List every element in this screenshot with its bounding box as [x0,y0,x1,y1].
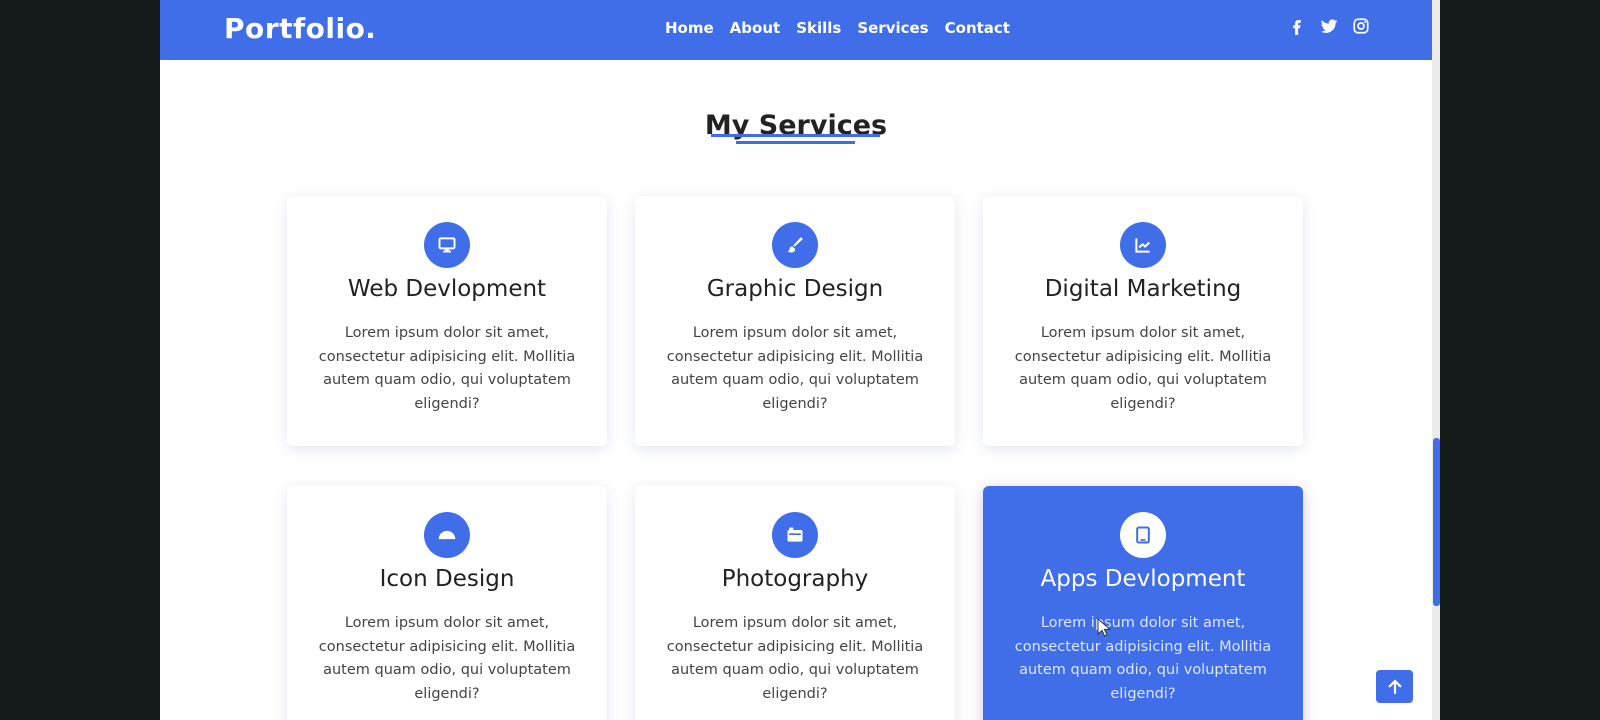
social-links [1288,17,1370,35]
service-icon-circle [1120,222,1166,268]
service-card-graphic-design[interactable]: Graphic Design Lorem ipsum dolor sit ame… [635,196,955,446]
service-card-apps-development[interactable]: Apps Devlopment Lorem ipsum dolor sit am… [983,486,1303,720]
service-card-photography[interactable]: Photography Lorem ipsum dolor sit amet, … [635,486,955,720]
service-icon-circle [1120,512,1166,558]
service-icon-circle [424,222,470,268]
service-icon-circle [772,512,818,558]
logo[interactable]: Portfolio. [224,12,376,45]
service-title: Web Devlopment [347,276,547,302]
facebook-icon[interactable] [1288,17,1306,35]
service-title: Icon Design [379,566,515,592]
paintbrush-icon [787,237,803,253]
scroll-to-top-button[interactable] [1376,670,1413,703]
mouse-cursor-icon [1097,618,1111,637]
service-description: Lorem ipsum dolor sit amet, consectetur … [1014,325,1272,412]
monitor-icon [438,237,456,253]
service-description: Lorem ipsum dolor sit amet, consectetur … [318,325,576,412]
service-icon-circle [772,222,818,268]
nav-services[interactable]: Services [857,19,928,37]
scrollbar-track[interactable] [1432,0,1440,720]
title-underline [711,134,880,137]
service-description: Lorem ipsum dolor sit amet, consectetur … [666,325,924,412]
title-underline-short [736,141,855,144]
half-circle-icon [438,530,456,540]
chart-icon [1135,238,1150,253]
service-title: Apps Devlopment [1040,566,1246,592]
service-card-web-development[interactable]: Web Devlopment Lorem ipsum dolor sit ame… [287,196,607,446]
service-card-icon-design[interactable]: Icon Design Lorem ipsum dolor sit amet, … [287,486,607,720]
service-title: Photography [721,566,869,592]
service-title: Digital Marketing [1044,276,1242,302]
nav-home[interactable]: Home [665,19,714,37]
navbar: Portfolio. Home About Skills Services Co… [160,0,1432,60]
service-card-digital-marketing[interactable]: Digital Marketing Lorem ipsum dolor sit … [983,196,1303,446]
twitter-icon[interactable] [1320,17,1338,35]
scrollbar-thumb[interactable] [1433,438,1440,606]
nav-about[interactable]: About [730,19,781,37]
nav-skills[interactable]: Skills [796,19,841,37]
tablet-icon [1136,526,1150,544]
service-title: Graphic Design [706,276,884,302]
service-description: Lorem ipsum dolor sit amet, consectetur … [318,615,576,702]
arrow-up-icon [1388,679,1401,694]
nav-contact[interactable]: Contact [945,19,1010,37]
service-description: Lorem ipsum dolor sit amet, consectetur … [1014,615,1272,702]
camera-icon [787,527,803,542]
page: Portfolio. Home About Skills Services Co… [160,0,1440,720]
service-description: Lorem ipsum dolor sit amet, consectetur … [666,615,924,702]
instagram-icon[interactable] [1352,17,1370,35]
main-nav: Home About Skills Services Contact [665,19,1010,37]
service-icon-circle [424,512,470,558]
